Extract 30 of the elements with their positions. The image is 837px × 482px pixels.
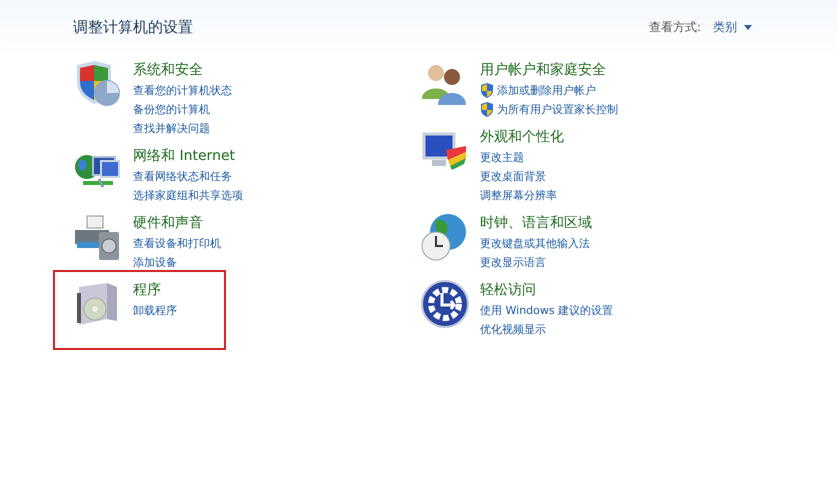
task-link[interactable]: 卸载程序 xyxy=(133,303,177,318)
task-link[interactable]: 为所有用户设置家长控制 xyxy=(497,102,618,117)
task-link[interactable]: 备份您的计算机 xyxy=(133,102,210,117)
task-link[interactable]: 更改显示语言 xyxy=(480,255,546,270)
task-link[interactable]: 更改键盘或其他输入法 xyxy=(480,236,590,251)
task-link[interactable]: 调整屏幕分辨率 xyxy=(480,188,557,203)
view-by-label: 查看方式: xyxy=(648,19,701,36)
category-link[interactable]: 轻松访问 xyxy=(480,279,614,301)
task-link[interactable]: 更改桌面背景 xyxy=(480,169,546,184)
task-link[interactable]: 添加设备 xyxy=(133,255,177,270)
task-link[interactable]: 添加或删除用户帐户 xyxy=(497,83,596,98)
accessibility-icon xyxy=(420,279,470,329)
category-link[interactable]: 程序 xyxy=(133,279,177,301)
task-link[interactable]: 使用 Windows 建议的设置 xyxy=(480,303,614,318)
category-link[interactable]: 外观和个性化 xyxy=(480,126,564,148)
category-link[interactable]: 时钟、语言和区域 xyxy=(480,212,592,234)
task-link[interactable]: 选择家庭组和共享选项 xyxy=(133,188,243,203)
category-link[interactable]: 用户帐户和家庭安全 xyxy=(480,59,618,81)
view-by-dropdown[interactable]: 类别 xyxy=(713,19,752,36)
task-link[interactable]: 优化视频显示 xyxy=(480,322,546,337)
category-link[interactable]: 硬件和声音 xyxy=(133,212,221,234)
task-link[interactable]: 查看设备和打印机 xyxy=(133,236,221,251)
task-link[interactable]: 更改主题 xyxy=(480,150,524,165)
task-link[interactable]: 查找并解决问题 xyxy=(133,121,210,136)
category-link[interactable]: 网络和 Internet xyxy=(133,145,243,167)
page-title: 调整计算机的设置 xyxy=(73,18,193,37)
caret-icon xyxy=(744,25,752,30)
task-link[interactable]: 查看网络状态和任务 xyxy=(133,169,232,184)
category-link[interactable]: 系统和安全 xyxy=(133,59,232,81)
task-link[interactable]: 查看您的计算机状态 xyxy=(133,83,232,98)
